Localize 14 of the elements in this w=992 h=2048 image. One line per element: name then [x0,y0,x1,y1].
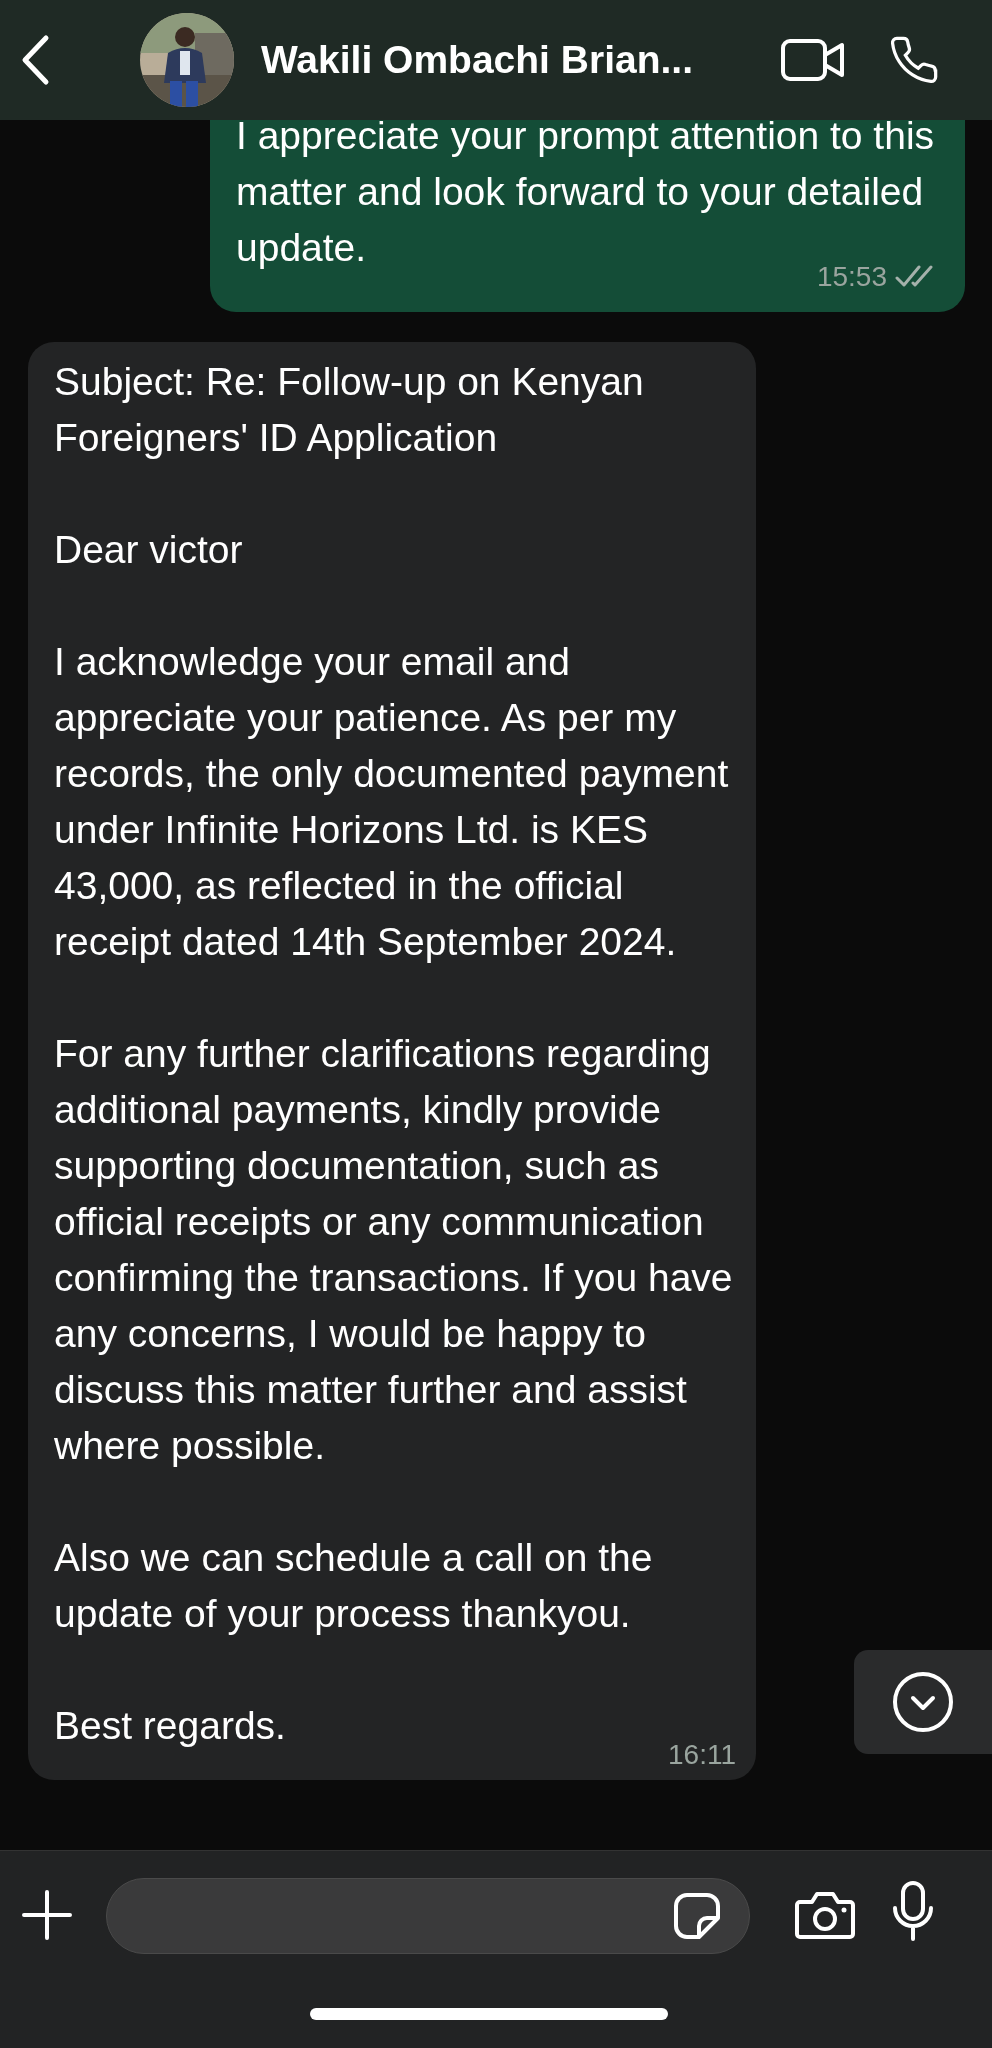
add-button[interactable] [20,1888,74,1942]
contact-name[interactable]: Wakili Ombachi Brian... [261,30,693,90]
message-text: Also we can schedule a call on the update of your process thankyou. [54,1535,654,1637]
chevron-down-icon[interactable] [892,1671,954,1733]
message-text: Subject: Re: Follow-up on Kenyan Foreigners' ID Application [54,359,645,461]
scroll-down-button[interactable] [854,1650,992,1754]
message-text: I acknowledge your email and appreciate your patience. As per my records, the only documented payment under Infinite Horizons Ltd. is KES 43,000, as reflected in the official receipt dated 14th September 2024. [54,639,730,965]
message-text: Dear victor [54,527,244,573]
message-time: 16:11 [668,1738,736,1772]
message-text: Best regards. [54,1703,287,1749]
message-time: 15:53 [816,260,887,294]
message-text: For any further clarifications regarding additional payments, kindly provide supporting documentation, such as official receipts or any communication confirming the transactions. If you have any concerns, I would be happy to discuss this matter further and assist where possible. [54,1031,734,1469]
sticker-icon[interactable] [673,1892,721,1940]
back-icon[interactable] [20,34,50,86]
